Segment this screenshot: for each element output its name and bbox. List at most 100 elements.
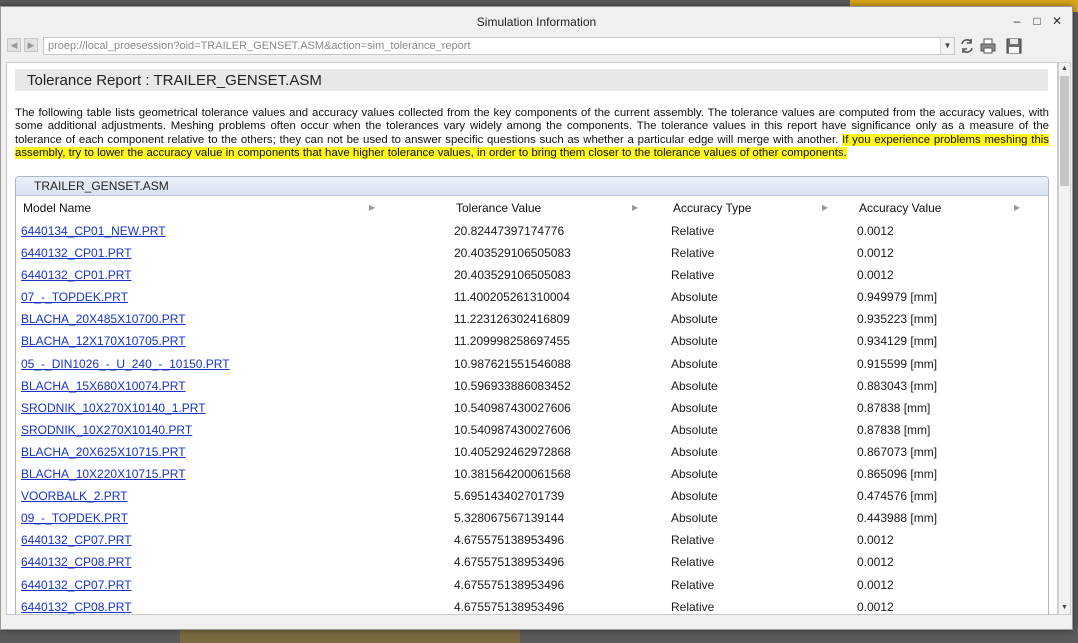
accuracy-value-cell: 0.934129 [mm] <box>857 334 938 349</box>
title-bar[interactable]: Simulation Information – □ ✕ <box>1 7 1072 35</box>
model-name-link[interactable]: 6440132_CP08.PRT <box>21 600 132 614</box>
model-name-link[interactable]: 6440132_CP08.PRT <box>21 555 132 569</box>
url-input[interactable]: proep://local_proesession?oid=TRAILER_GE… <box>43 37 955 55</box>
table-row: 6440132_CP08.PRT 4.675575138953496 Relativ… <box>16 596 1048 614</box>
report-content: Tolerance Report : TRAILER_GENSET.ASM Th… <box>6 62 1058 615</box>
accuracy-type-cell: Relative <box>671 599 715 614</box>
forward-arrow-icon[interactable]: ▶ <box>24 38 38 52</box>
model-name-link[interactable]: 6440134_CP01_NEW.PRT <box>21 224 166 238</box>
accuracy-value-cell: 0.865096 [mm] <box>857 467 938 482</box>
model-name-link[interactable]: BLACHA_20X625X10715.PRT <box>21 445 186 459</box>
tolerance-value-cell: 11.400205261310004 <box>454 290 570 305</box>
tolerance-value-cell: 10.381564200061568 <box>454 467 571 482</box>
save-disk-icon[interactable] <box>1005 37 1023 55</box>
model-name-link[interactable]: BLACHA_10X220X10715.PRT <box>21 467 186 481</box>
report-title: Tolerance Report : TRAILER_GENSET.ASM <box>15 69 1048 91</box>
model-name-link[interactable]: VOORBALK_2.PRT <box>21 489 128 503</box>
accuracy-value-cell: 0.915599 [mm] <box>857 356 938 371</box>
model-name-link[interactable]: 6440132_CP01.PRT <box>21 268 132 282</box>
model-name-link[interactable]: 6440132_CP07.PRT <box>21 578 132 592</box>
accuracy-value-cell: 0.0012 <box>857 224 894 238</box>
background-model-graphic-bottom <box>180 628 520 643</box>
model-name-link[interactable]: BLACHA_20X485X10700.PRT <box>21 312 186 326</box>
table-row: VOORBALK_2.PRT 5.695143402701739 Absolute 0… <box>16 485 1048 507</box>
sort-arrow-icon[interactable]: ▶ <box>369 203 375 212</box>
accuracy-value-cell: 0.0012 <box>857 246 894 261</box>
model-name-link[interactable]: 05_-_DIN1026_-_U_240_-_10150.PRT <box>21 357 230 371</box>
sort-arrow-icon[interactable]: ▶ <box>1014 203 1020 212</box>
tolerance-value-cell: 4.675575138953496 <box>454 533 565 548</box>
accuracy-type-cell: Relative <box>671 246 715 261</box>
url-text: proep://local_proesession?oid=TRAILER_GE… <box>48 40 471 52</box>
model-name-link[interactable]: BLACHA_12X170X10705.PRT <box>21 334 186 348</box>
model-name-link[interactable]: BLACHA_15X680X10074.PRT <box>21 379 186 393</box>
minimize-icon[interactable]: – <box>1010 14 1024 28</box>
table-row: 6440132_CP01.PRT 20.403529106505083 Relati… <box>16 242 1048 264</box>
tolerance-value-cell: 20.403529106505083 <box>454 246 571 261</box>
accuracy-type-cell: Absolute <box>671 467 718 482</box>
sort-arrow-icon[interactable]: ▶ <box>632 203 638 212</box>
accuracy-type-cell: Absolute <box>671 422 718 437</box>
table-header-row: Model Name ▶ Tolerance Value ▶ Accuracy … <box>16 196 1048 220</box>
accuracy-value-cell: 0.474576 [mm] <box>857 489 938 504</box>
accuracy-value-cell: 0.867073 [mm] <box>857 444 938 459</box>
tolerance-value-cell: 5.695143402701739 <box>454 489 565 504</box>
accuracy-value-cell: 0.0012 <box>857 533 894 548</box>
accuracy-type-cell: Absolute <box>671 400 718 415</box>
accuracy-type-cell: Absolute <box>671 356 718 371</box>
table-row: BLACHA_20X485X10700.PRT 11.22312630241680… <box>16 308 1048 330</box>
window-title: Simulation Information <box>476 15 597 29</box>
model-name-link[interactable]: SRODNIK_10X270X10140.PRT <box>21 423 192 437</box>
table-row: BLACHA_20X625X10715.PRT 10.40529246297286… <box>16 441 1048 463</box>
accuracy-value-cell: 0.443988 [mm] <box>857 511 938 526</box>
table-row: 05_-_DIN1026_-_U_240_-_10150.PRT 10.98762… <box>16 353 1048 375</box>
accuracy-value-cell: 0.0012 <box>857 577 894 592</box>
table-row: 6440132_CP07.PRT 4.675575138953496 Relativ… <box>16 529 1048 551</box>
close-icon[interactable]: ✕ <box>1050 14 1064 28</box>
accuracy-type-cell: Absolute <box>671 378 718 393</box>
maximize-icon[interactable]: □ <box>1030 14 1044 28</box>
accuracy-type-cell: Relative <box>671 224 715 238</box>
table-row: SRODNIK_10X270X10140.PRT 10.5409874300276… <box>16 419 1048 441</box>
tolerance-value-cell: 20.403529106505083 <box>454 268 571 283</box>
accuracy-value-cell: 0.87838 [mm] <box>857 422 931 437</box>
accuracy-value-cell: 0.949979 [mm] <box>857 290 938 305</box>
accuracy-value-cell: 0.883043 [mm] <box>857 378 938 393</box>
scroll-up-icon[interactable]: ▲ <box>1059 63 1070 75</box>
scroll-down-icon[interactable]: ▼ <box>1059 602 1070 614</box>
chevron-down-icon[interactable]: ▼ <box>940 38 954 54</box>
table-panel-title: TRAILER_GENSET.ASM <box>16 177 1048 196</box>
model-name-link[interactable]: SRODNIK_10X270X10140_1.PRT <box>21 401 206 415</box>
accuracy-value-cell: 0.935223 [mm] <box>857 312 938 327</box>
tolerance-value-cell: 4.675575138953496 <box>454 577 565 592</box>
column-header-model-name[interactable]: Model Name <box>23 201 91 215</box>
simulation-information-window: Simulation Information – □ ✕ ◀ ▶ proep:/… <box>0 6 1073 630</box>
table-row: BLACHA_15X680X10074.PRT 10.59693388608345… <box>16 375 1048 397</box>
model-name-link[interactable]: 6440132_CP07.PRT <box>21 533 132 547</box>
vertical-scrollbar[interactable]: ▲ ▼ <box>1058 62 1071 615</box>
table-row: 09_-_TOPDEK.PRT 5.328067567139144 Absolute… <box>16 507 1048 529</box>
table-row: BLACHA_12X170X10705.PRT 11.20999825869745… <box>16 330 1048 352</box>
column-header-accuracy-value[interactable]: Accuracy Value <box>859 201 941 215</box>
accuracy-type-cell: Absolute <box>671 444 718 459</box>
column-header-tolerance-value[interactable]: Tolerance Value <box>456 201 541 215</box>
table-row: 07_-_TOPDEK.PRT 11.400205261310004 Absolut… <box>16 286 1048 308</box>
scrollbar-thumb[interactable] <box>1060 76 1069 186</box>
model-name-link[interactable]: 6440132_CP01.PRT <box>21 246 132 260</box>
model-name-link[interactable]: 07_-_TOPDEK.PRT <box>21 290 128 304</box>
address-bar: ◀ ▶ proep://local_proesession?oid=TRAILE… <box>1 35 1072 57</box>
refresh-icon[interactable] <box>958 37 976 55</box>
status-bar <box>1 615 1072 629</box>
tolerance-value-cell: 10.540987430027606 <box>454 400 571 415</box>
table-row: 6440132_CP08.PRT 4.675575138953496 Relativ… <box>16 551 1048 573</box>
tolerance-value-cell: 10.596933886083452 <box>454 378 571 393</box>
table-row: 6440132_CP01.PRT 20.403529106505083 Relati… <box>16 264 1048 286</box>
printer-icon[interactable] <box>979 37 997 55</box>
model-name-link[interactable]: 09_-_TOPDEK.PRT <box>21 511 128 525</box>
accuracy-value-cell: 0.87838 [mm] <box>857 400 931 415</box>
sort-arrow-icon[interactable]: ▶ <box>822 203 828 212</box>
column-header-accuracy-type[interactable]: Accuracy Type <box>673 201 751 215</box>
accuracy-value-cell: 0.0012 <box>857 599 894 614</box>
back-arrow-icon[interactable]: ◀ <box>7 38 21 52</box>
accuracy-type-cell: Absolute <box>671 511 718 526</box>
